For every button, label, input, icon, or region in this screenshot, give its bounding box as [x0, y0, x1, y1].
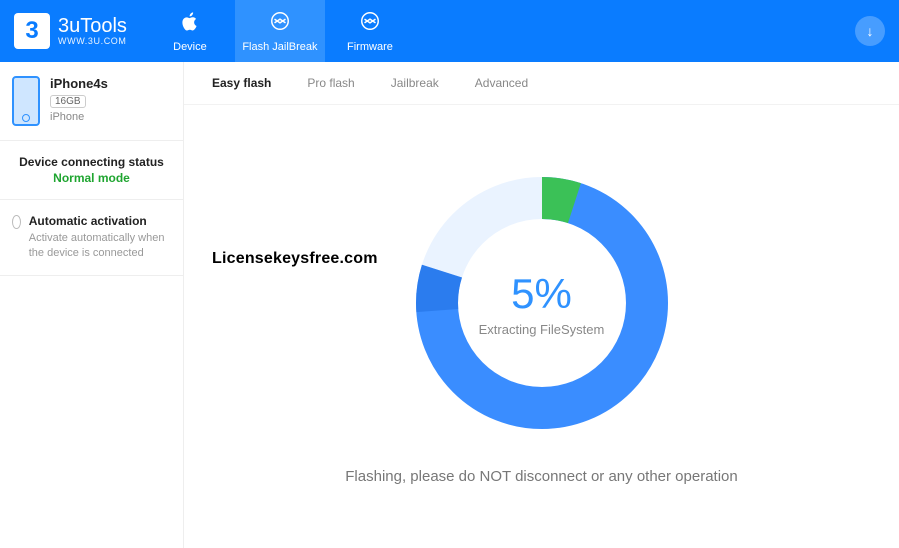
- tab-pro-flash[interactable]: Pro flash: [307, 76, 354, 90]
- app-name: 3uTools: [58, 16, 127, 36]
- progress-donut: 5% Extracting FileSystem: [407, 168, 677, 438]
- nav-label: Flash JailBreak: [242, 41, 317, 53]
- nav-device[interactable]: Device: [145, 0, 235, 62]
- progress-stage: Extracting FileSystem: [479, 322, 605, 337]
- apple-icon: [179, 10, 201, 37]
- auto-activation-title: Automatic activation: [29, 214, 171, 228]
- dropbox-icon: [359, 10, 381, 37]
- download-button[interactable]: ↓: [855, 16, 885, 46]
- device-card[interactable]: iPhone4s 16GB iPhone: [0, 62, 183, 141]
- dropbox-icon: [269, 10, 291, 37]
- main-nav: Device Flash JailBreak Firmware: [145, 0, 415, 62]
- logo-icon: 3: [14, 13, 50, 49]
- nav-label: Firmware: [347, 41, 393, 53]
- device-storage-badge: 16GB: [50, 95, 86, 108]
- auto-activation-block[interactable]: Automatic activation Activate automatica…: [0, 200, 183, 276]
- connection-status-block: Device connecting status Normal mode: [0, 141, 183, 200]
- app-logo: 3 3uTools WWW.3U.COM: [0, 0, 145, 62]
- progress-message: Flashing, please do NOT disconnect or an…: [345, 468, 737, 485]
- tab-advanced[interactable]: Advanced: [475, 76, 528, 90]
- nav-label: Device: [173, 41, 207, 53]
- connection-status-value: Normal mode: [12, 171, 171, 185]
- progress-percent: 5%: [511, 270, 572, 318]
- device-name: iPhone4s: [50, 76, 108, 91]
- nav-firmware[interactable]: Firmware: [325, 0, 415, 62]
- auto-activation-desc: Activate automatically when the device i…: [29, 231, 171, 261]
- watermark-text: Licensekeysfree.com: [212, 250, 378, 268]
- nav-flash-jailbreak[interactable]: Flash JailBreak: [235, 0, 325, 62]
- connection-status-title: Device connecting status: [12, 155, 171, 169]
- app-site: WWW.3U.COM: [58, 36, 127, 46]
- tab-easy-flash[interactable]: Easy flash: [212, 76, 271, 90]
- device-type: iPhone: [50, 111, 108, 123]
- subtabs: Easy flash Pro flash Jailbreak Advanced: [184, 62, 899, 105]
- device-thumbnail-icon: [12, 76, 40, 126]
- tab-jailbreak[interactable]: Jailbreak: [391, 76, 439, 90]
- sidebar: iPhone4s 16GB iPhone Device connecting s…: [0, 62, 184, 548]
- download-icon: ↓: [867, 23, 874, 39]
- radio-icon[interactable]: [12, 215, 21, 229]
